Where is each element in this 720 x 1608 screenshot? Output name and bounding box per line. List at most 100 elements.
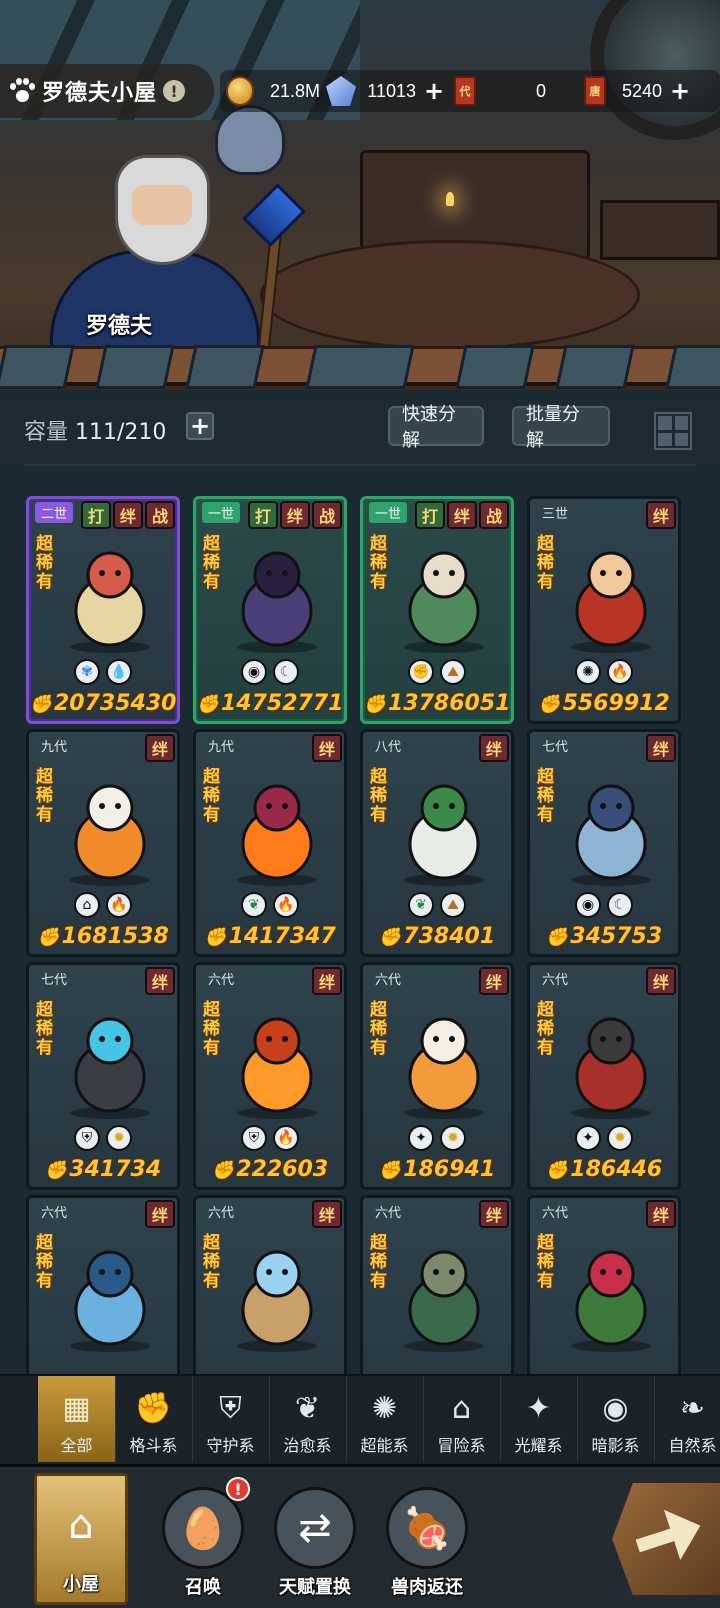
star-icon: ✦ (408, 1125, 434, 1151)
earth-icon: ⛰ (440, 659, 466, 685)
pet-card[interactable]: 一世打绊战超稀有 ✊ ⛰ ✊13786051 (360, 496, 514, 724)
tag-badge: 绊 (646, 967, 676, 995)
power-fist-icon: ✊ (44, 1160, 68, 1181)
batch-decompose-button[interactable]: 批量分解 (512, 404, 610, 451)
tag-badge: 绊 (280, 501, 310, 529)
category-tab[interactable]: ▦ 全部 (38, 1376, 116, 1462)
resource-1: 11013 + (320, 70, 448, 112)
category-tab[interactable]: ❦ 治愈系 (269, 1376, 347, 1462)
pet-card[interactable]: 六代 绊超稀有 (527, 1195, 681, 1386)
category-tab[interactable]: ✦ 光耀系 (500, 1376, 578, 1462)
generation-label: 六代 (41, 1206, 68, 1221)
pet-tags: 绊 (312, 1200, 342, 1228)
pet-card[interactable]: 七代 绊超稀有 ◉ ☾ ✊345753 (527, 729, 681, 957)
category-tab[interactable]: ❧ 自然系 (654, 1376, 720, 1462)
resource-value: 11013 (367, 80, 416, 101)
power-value: ✊222603 (196, 1157, 344, 1182)
pet-card[interactable]: 九代 绊超稀有 ⌂ 🔥 ✊1681538 (26, 729, 180, 957)
pet-card[interactable]: 六代 绊超稀有 (26, 1195, 180, 1386)
category-tab[interactable]: ◉ 暗影系 (577, 1376, 655, 1462)
tag-badge: 战 (312, 501, 342, 529)
element-icons: ❦ 🔥 (196, 892, 344, 918)
pet-card[interactable]: 九代 绊超稀有 ❦ 🔥 ✊1417347 (193, 729, 347, 957)
nav-swap-arrows[interactable]: ⇄ 天赋置换 (260, 1473, 370, 1605)
summon-card-icon: 代 (454, 76, 476, 106)
pet-card[interactable]: 二世打绊战超稀有 ✾ 💧 ✊20735430 (26, 496, 180, 724)
grid-view-icon[interactable] (654, 412, 692, 450)
nine-tail-fox-art (222, 537, 332, 655)
power-value: ✊14752771 (196, 691, 344, 716)
resource-bar: 21.8M 11013 + 代 0 唐 5240 + (220, 70, 720, 112)
pet-tags: 绊 (479, 967, 509, 995)
resource-2: 代0 (448, 70, 578, 112)
pet-card[interactable]: 七代 绊超稀有 ⛨ ✹ ✊341734 (26, 962, 180, 1190)
paw-icon (8, 77, 36, 105)
add-ticket-card-button[interactable]: + (670, 79, 690, 103)
psychic-icon: ✺ (575, 659, 601, 685)
info-icon[interactable]: ! (163, 80, 186, 102)
wooden-plank (0, 345, 720, 389)
pet-tags: 绊 (646, 1200, 676, 1228)
floor-rug (260, 240, 640, 350)
rarity-label: 超稀有 (370, 1000, 387, 1058)
tag-badge: 战 (145, 501, 175, 529)
shrine-icon: ⌂ (451, 1390, 472, 1426)
pet-card[interactable]: 六代 绊超稀有 ✦ ✹ ✊186446 (527, 962, 681, 1190)
rarity-label: 超稀有 (537, 1233, 554, 1291)
pet-tags: 绊 (312, 734, 342, 762)
element-icons: ⛨ ✹ (29, 1125, 177, 1151)
nav-egg[interactable]: 🥚 召唤! (148, 1473, 258, 1605)
rarity-label: 超稀有 (537, 1000, 554, 1058)
arrow-icon (628, 1497, 711, 1580)
forest-dryad-art (389, 1236, 499, 1354)
category-tab[interactable]: ⌂ 冒险系 (423, 1376, 501, 1462)
tag-badge: 绊 (447, 501, 477, 529)
generation-label: 六代 (375, 1206, 402, 1221)
power-number: 13786051 (387, 691, 511, 716)
category-tab[interactable]: ✊ 格斗系 (115, 1376, 193, 1462)
category-bar: ▦ 全部 ✊ 格斗系 ⛨ 守护系 ❦ 治愈系 ✺ 超能系 ⌂ 冒险系 ✦ 光耀系 ◉ 暗影系 ❧ 自然系 (0, 1374, 720, 1464)
power-fist-icon: ✊ (378, 1160, 402, 1181)
nav-label: 小屋 (63, 1574, 99, 1595)
rarity-label: 超稀有 (537, 534, 554, 592)
pet-card[interactable]: 六代 绊超稀有 ⛨ 🔥 ✊222603 (193, 962, 347, 1190)
generation-label: 二世 (35, 502, 74, 523)
expand-capacity-button[interactable]: + (186, 412, 214, 440)
swap-arrows-icon: ⇄ (274, 1487, 356, 1569)
potion-shelf (600, 200, 720, 260)
rarity-label: 超稀有 (203, 1233, 220, 1291)
power-value: ✊186446 (530, 1157, 678, 1182)
go-arrow-button[interactable] (612, 1483, 720, 1595)
pet-tags: 绊 (646, 501, 676, 529)
add-crystal-button[interactable]: + (424, 79, 444, 103)
water-icon: 💧 (106, 659, 132, 685)
cat-swordsman-art (55, 770, 165, 888)
tag-badge: 打 (248, 501, 278, 529)
quick-decompose-button[interactable]: 快速分解 (388, 404, 484, 451)
nav-hut[interactable]: ⌂ 小屋 (34, 1473, 128, 1605)
power-number: 14752771 (220, 691, 344, 716)
pet-card[interactable]: 六代 绊超稀有 (360, 1195, 514, 1386)
fire-icon: 🔥 (273, 1125, 299, 1151)
category-tab[interactable]: ✺ 超能系 (346, 1376, 424, 1462)
pet-card[interactable]: 六代 绊超稀有 ✦ ✹ ✊186941 (360, 962, 514, 1190)
generation-label: 六代 (542, 1206, 569, 1221)
shield-icon: ⛨ (74, 1125, 100, 1151)
pet-tags: 绊 (479, 734, 509, 762)
nav-meat[interactable]: 🍖 兽肉返还 (372, 1473, 482, 1605)
pet-card[interactable]: 三世 绊超稀有 ✺ 🔥 ✊5569912 (527, 496, 681, 724)
tag-badge: 绊 (479, 734, 509, 762)
tag-badge: 绊 (646, 501, 676, 529)
power-number: 738401 (403, 924, 496, 949)
staff-gem (242, 183, 306, 247)
pet-card[interactable]: 一世打绊战超稀有 ◉ ☾ ✊14752771 (193, 496, 347, 724)
pet-card[interactable]: 六代 绊超稀有 (193, 1195, 347, 1386)
tag-badge: 绊 (113, 501, 143, 529)
ice-qilin-art (556, 770, 666, 888)
category-tab[interactable]: ⛨ 守护系 (192, 1376, 270, 1462)
pet-card[interactable]: 八代 绊超稀有 ❦ ⛰ ✊738401 (360, 729, 514, 957)
nav-label: 兽肉返还 (391, 1577, 463, 1598)
power-value: ✊1681538 (29, 924, 177, 949)
category-label: 超能系 (360, 1436, 409, 1455)
generation-label: 八代 (375, 740, 402, 755)
